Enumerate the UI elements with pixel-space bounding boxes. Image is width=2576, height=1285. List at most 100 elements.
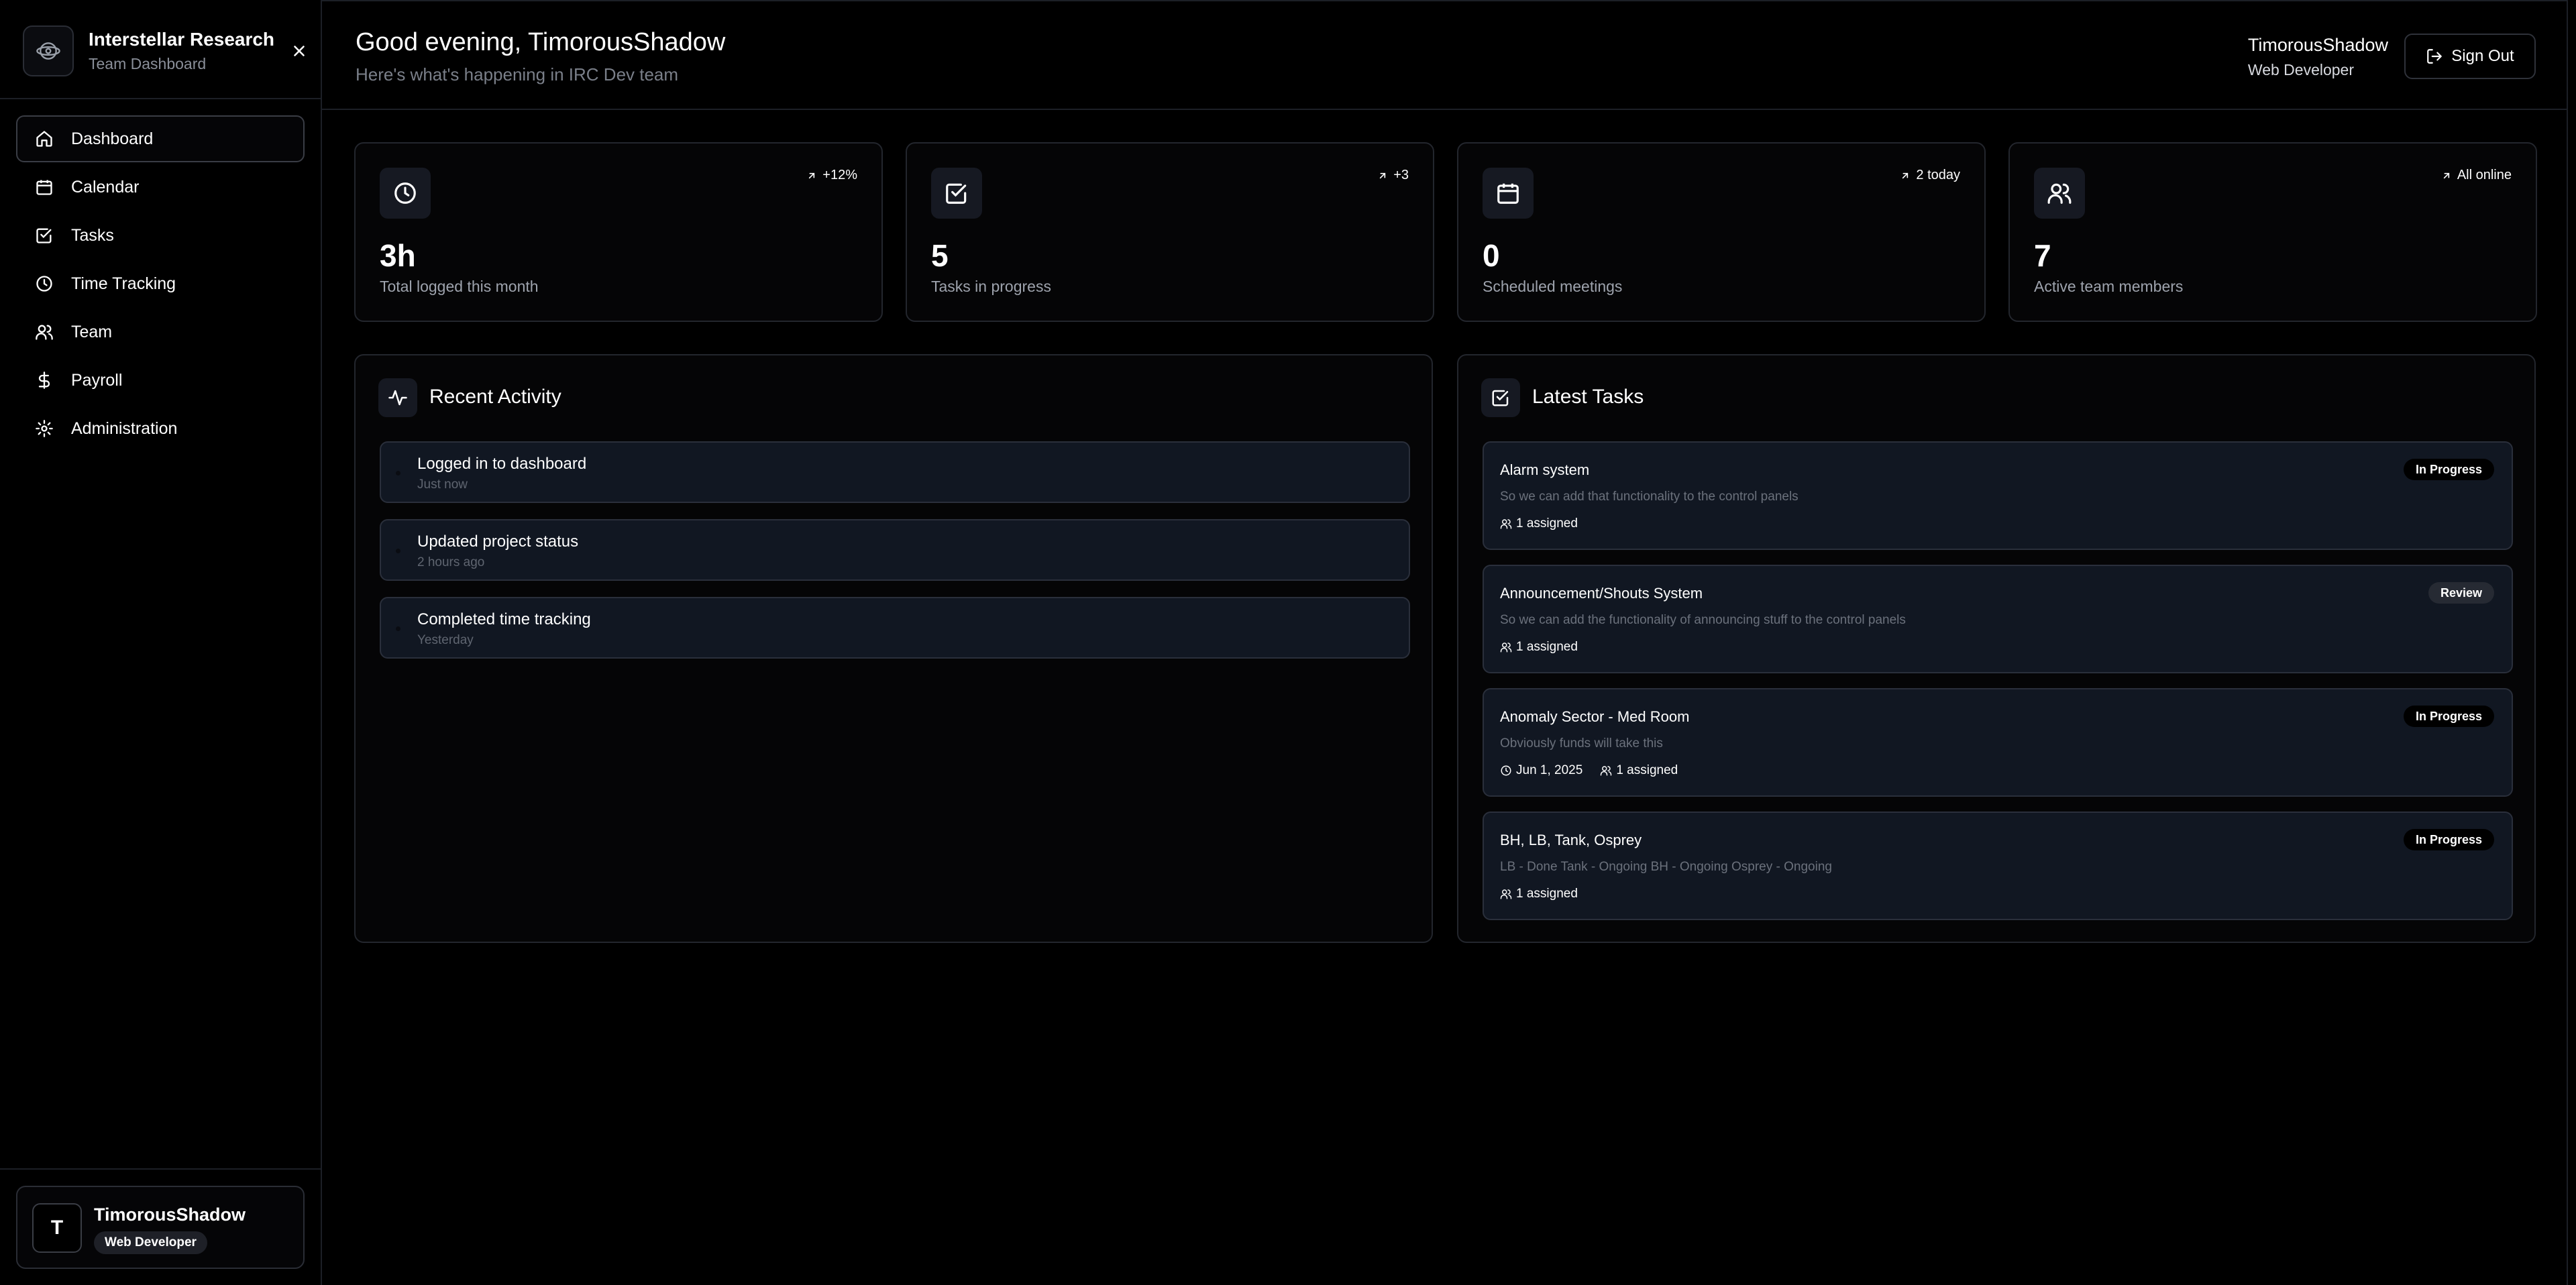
task-due-label: Jun 1, 2025 — [1516, 763, 1583, 777]
stat-trend-label: +3 — [1393, 168, 1409, 182]
stat-label: Scheduled meetings — [1483, 278, 1623, 295]
sidebar-divider — [0, 1168, 321, 1170]
stat-value: 7 — [2034, 238, 2051, 273]
calendar-icon — [1483, 168, 1534, 219]
stat-trend: +12% — [806, 168, 857, 183]
sidebar: Interstellar Research Team Dashboard Das… — [0, 0, 322, 1285]
activity-time: Yesterday — [417, 633, 474, 647]
task-meta: 1 assigned — [1500, 887, 1595, 901]
sign-out-icon — [2427, 49, 2443, 64]
brand-subtitle: Team Dashboard — [89, 55, 207, 72]
sidebar-item-label: Payroll — [71, 370, 123, 390]
sidebar-item-label: Tasks — [71, 225, 114, 245]
brand: Interstellar Research Team Dashboard — [23, 23, 305, 76]
latest-tasks-panel: Latest Tasks Alarm system So we can add … — [1457, 354, 2536, 943]
users-icon — [2034, 168, 2085, 219]
task-title: Alarm system — [1500, 461, 1590, 478]
task-title: Announcement/Shouts System — [1500, 585, 1703, 602]
users-icon — [1500, 642, 1512, 653]
stat-label: Tasks in progress — [931, 278, 1051, 295]
stat-label: Total logged this month — [380, 278, 539, 295]
clock-icon — [380, 168, 431, 219]
task-meta: Jun 1, 2025 1 assigned — [1500, 763, 1695, 778]
checkbox-icon — [34, 225, 55, 246]
trend-up-icon — [1902, 172, 1909, 178]
brand-logo-icon — [23, 25, 74, 76]
sidebar-item-label: Team — [71, 322, 113, 341]
dollar-icon — [34, 370, 55, 391]
activity-item[interactable]: Logged in to dashboard Just now — [380, 441, 1410, 503]
status-badge: In Progress — [2403, 706, 2494, 727]
header-user-role: Web Developer — [2247, 61, 2355, 78]
stat-card-hours: +12% 3h Total logged this month — [354, 142, 883, 322]
task-title: Anomaly Sector - Med Room — [1500, 708, 1690, 725]
sidebar-item-label: Calendar — [71, 177, 140, 197]
users-icon — [1601, 766, 1612, 776]
page-subtitle: Here's what's happening in IRC Dev team — [356, 64, 679, 85]
task-assigned-label: 1 assigned — [1516, 640, 1578, 654]
close-sidebar-button[interactable] — [286, 38, 313, 64]
panel-title: Recent Activity — [429, 386, 561, 408]
task-description: So we can add that functionality to the … — [1500, 490, 1799, 504]
task-assigned: 1 assigned — [1500, 516, 1578, 531]
users-icon — [1500, 889, 1512, 899]
task-meta: 1 assigned — [1500, 640, 1595, 655]
stat-trend: 2 today — [1900, 168, 1960, 183]
task-card[interactable]: Alarm system So we can add that function… — [1483, 441, 2513, 550]
trend-up-icon — [809, 172, 815, 178]
sidebar-user-card[interactable]: T TimorousShadow Web Developer — [16, 1186, 305, 1269]
sidebar-nav: Dashboard Calendar Tasks Time Tracking T… — [16, 115, 305, 453]
task-card[interactable]: Announcement/Shouts System So we can add… — [1483, 565, 2513, 673]
sidebar-item-label: Dashboard — [71, 129, 154, 148]
sign-out-button[interactable]: Sign Out — [2404, 34, 2536, 79]
task-assigned-label: 1 assigned — [1616, 763, 1678, 777]
stat-trend-label: 2 today — [1916, 168, 1960, 182]
task-description: LB - Done Tank - Ongoing BH - Ongoing Os… — [1500, 860, 1832, 874]
header-user-name: TimorousShadow — [2247, 35, 2388, 55]
activity-item[interactable]: Updated project status 2 hours ago — [380, 519, 1410, 581]
stat-trend-label: All online — [2457, 168, 2512, 182]
sidebar-item-payroll[interactable]: Payroll — [16, 357, 305, 404]
gear-icon — [34, 418, 55, 439]
activity-item[interactable]: Completed time tracking Yesterday — [380, 597, 1410, 659]
task-assigned: 1 assigned — [1500, 887, 1578, 901]
sidebar-divider — [0, 98, 321, 99]
trend-up-icon — [1380, 172, 1386, 178]
stat-card-tasks: +3 5 Tasks in progress — [906, 142, 1434, 322]
status-badge: Review — [2428, 582, 2494, 604]
stat-card-members: All online 7 Active team members — [2008, 142, 2537, 322]
stat-trend: +3 — [1377, 168, 1409, 183]
stat-value: 0 — [1483, 238, 1500, 273]
stat-trend-label: +12% — [822, 168, 857, 182]
activity-time: 2 hours ago — [417, 555, 485, 569]
activity-title: Logged in to dashboard — [417, 455, 587, 473]
page-scrollbar[interactable] — [2567, 0, 2576, 1285]
sidebar-item-calendar[interactable]: Calendar — [16, 164, 305, 211]
sign-out-label: Sign Out — [2451, 47, 2514, 65]
sidebar-item-time-tracking[interactable]: Time Tracking — [16, 260, 305, 307]
clock-icon — [34, 273, 55, 294]
home-icon — [34, 128, 55, 150]
sidebar-item-tasks[interactable]: Tasks — [16, 212, 305, 259]
page-title: Good evening, TimorousShadow — [356, 28, 726, 56]
stat-value: 3h — [380, 238, 416, 273]
activity-title: Completed time tracking — [417, 610, 591, 628]
task-description: So we can add the functionality of annou… — [1500, 613, 1906, 627]
stat-label: Active team members — [2034, 278, 2184, 295]
page-header: Good evening, TimorousShadow Here's what… — [322, 0, 2576, 110]
task-assigned-label: 1 assigned — [1516, 887, 1578, 901]
task-card[interactable]: BH, LB, Tank, Osprey LB - Done Tank - On… — [1483, 812, 2513, 920]
sidebar-item-team[interactable]: Team — [16, 309, 305, 355]
task-card[interactable]: Anomaly Sector - Med Room Obviously fund… — [1483, 688, 2513, 797]
activity-dot — [396, 626, 400, 631]
sidebar-item-dashboard[interactable]: Dashboard — [16, 115, 305, 162]
calendar-icon — [34, 176, 55, 198]
sidebar-item-administration[interactable]: Administration — [16, 405, 305, 452]
task-meta: 1 assigned — [1500, 516, 1595, 531]
stat-value: 5 — [931, 238, 949, 273]
task-description: Obviously funds will take this — [1500, 736, 1663, 750]
status-badge: In Progress — [2403, 829, 2494, 850]
recent-activity-panel: Recent Activity Logged in to dashboard J… — [354, 354, 1433, 943]
task-assigned-label: 1 assigned — [1516, 516, 1578, 530]
checkbox-icon — [931, 168, 982, 219]
